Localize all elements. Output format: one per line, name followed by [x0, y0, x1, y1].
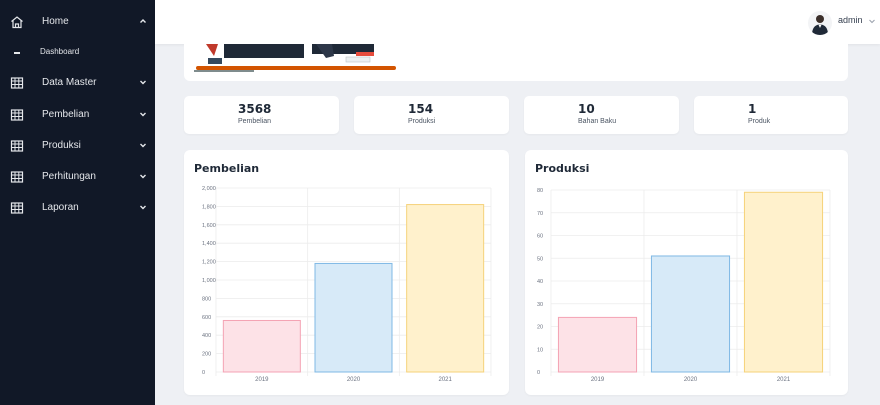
bar-2019 [557, 316, 638, 373]
sidebar-subitem-dashboard[interactable]: Dashboard [0, 43, 155, 63]
sidebar: Home Dashboard Data Master Pembelian Pro… [0, 0, 155, 405]
sidebar-item-perhitungan[interactable]: Perhitungan [0, 162, 155, 192]
chevron-down-icon [140, 143, 146, 148]
stat-card-pembelian: 3568 Pembelian [184, 96, 339, 134]
sidebar-item-label: Laporan [42, 202, 79, 213]
y-tick-label: 80 [537, 188, 543, 194]
produksi-chart: 0 10 20 30 40 50 60 70 80 2019 2020 2021 [537, 188, 831, 383]
y-tick-label: 1,000 [202, 278, 216, 284]
y-tick-label: 0 [202, 370, 205, 376]
sidebar-item-label: Produksi [42, 140, 81, 151]
x-tick-label: 2019 [591, 377, 605, 383]
sidebar-item-label: Data Master [42, 77, 97, 88]
chart-card-produksi: Produksi 0 10 20 30 40 50 60 70 80 2019 2020 2021 [525, 150, 848, 395]
y-tick-label: 40 [537, 279, 543, 285]
stat-value: 10 [578, 102, 595, 116]
x-tick-label: 2020 [684, 377, 698, 383]
user-avatar-icon [812, 15, 828, 35]
x-tick-label: 2020 [347, 377, 361, 383]
stat-label: Produksi [408, 118, 436, 125]
stat-card-bahan-baku: 10 Bahan Baku [524, 96, 679, 134]
y-tick-label: 400 [202, 333, 211, 339]
x-tick-label: 2019 [255, 377, 269, 383]
table-icon [10, 202, 24, 214]
chevron-up-icon [140, 19, 146, 23]
sidebar-item-home[interactable]: Home [0, 7, 155, 37]
y-tick-label: 20 [537, 325, 543, 331]
stat-label: Pembelian [238, 118, 272, 125]
table-icon [10, 171, 24, 183]
bar-2021 [743, 191, 824, 373]
sidebar-item-produksi[interactable]: Produksi [0, 131, 155, 161]
stat-card-produksi: 154 Produksi [354, 96, 509, 134]
bar-2020 [314, 262, 393, 373]
y-tick-label: 60 [537, 234, 543, 240]
x-tick-label: 2021 [777, 377, 791, 383]
chevron-down-icon [140, 205, 146, 210]
dash-icon [14, 52, 20, 54]
y-tick-label: 2,000 [202, 186, 216, 192]
chevron-down-icon [140, 174, 146, 179]
sidebar-item-laporan[interactable]: Laporan [0, 193, 155, 223]
sidebar-subitem-label: Dashboard [40, 47, 80, 56]
chevron-down-icon [140, 112, 146, 117]
y-tick-label: 10 [537, 347, 543, 353]
avatar[interactable] [808, 11, 832, 35]
stat-value: 154 [408, 102, 434, 116]
y-tick-label: 1,600 [202, 223, 216, 229]
y-tick-label: 1,800 [202, 204, 216, 210]
welcome-banner [184, 44, 848, 81]
user-name[interactable]: admin [838, 15, 863, 25]
y-tick-label: 30 [537, 302, 543, 308]
topbar [155, 0, 880, 44]
table-icon [10, 77, 24, 89]
bar-2021 [406, 204, 485, 373]
sidebar-item-label: Perhitungan [42, 171, 96, 182]
sidebar-item-label: Home [42, 16, 69, 27]
stat-card-produk: 1 Produk [694, 96, 848, 134]
y-tick-label: 200 [202, 352, 211, 358]
y-tick-label: 1,400 [202, 241, 216, 247]
bar-2020 [650, 255, 731, 373]
sidebar-item-pembelian[interactable]: Pembelian [0, 100, 155, 130]
table-icon [10, 109, 24, 121]
x-tick-label: 2021 [438, 377, 452, 383]
home-icon [11, 16, 23, 29]
banner-illustration [194, 44, 396, 72]
y-tick-label: 600 [202, 315, 211, 321]
pembelian-chart: 0 200 400 600 800 1,000 1,200 1,400 1,600 1,800 2,… [202, 186, 492, 383]
sidebar-item-label: Pembelian [42, 109, 90, 120]
y-tick-label: 1,200 [202, 260, 216, 266]
bar-2019 [222, 319, 301, 373]
chevron-down-icon[interactable] [868, 17, 876, 25]
y-tick-label: 70 [537, 211, 543, 217]
chevron-down-icon [140, 80, 146, 85]
stat-label: Bahan Baku [578, 118, 617, 125]
stat-value: 1 [748, 102, 757, 116]
sidebar-item-data-master[interactable]: Data Master [0, 68, 155, 98]
table-icon [10, 140, 24, 152]
stat-label: Produk [748, 118, 771, 125]
y-tick-label: 800 [202, 296, 211, 302]
y-tick-label: 50 [537, 256, 543, 262]
y-tick-label: 0 [537, 370, 540, 376]
stat-value: 3568 [238, 102, 272, 116]
chart-card-pembelian: Pembelian 0 200 400 600 800 1,000 1,200 1,400 1,… [184, 150, 509, 395]
